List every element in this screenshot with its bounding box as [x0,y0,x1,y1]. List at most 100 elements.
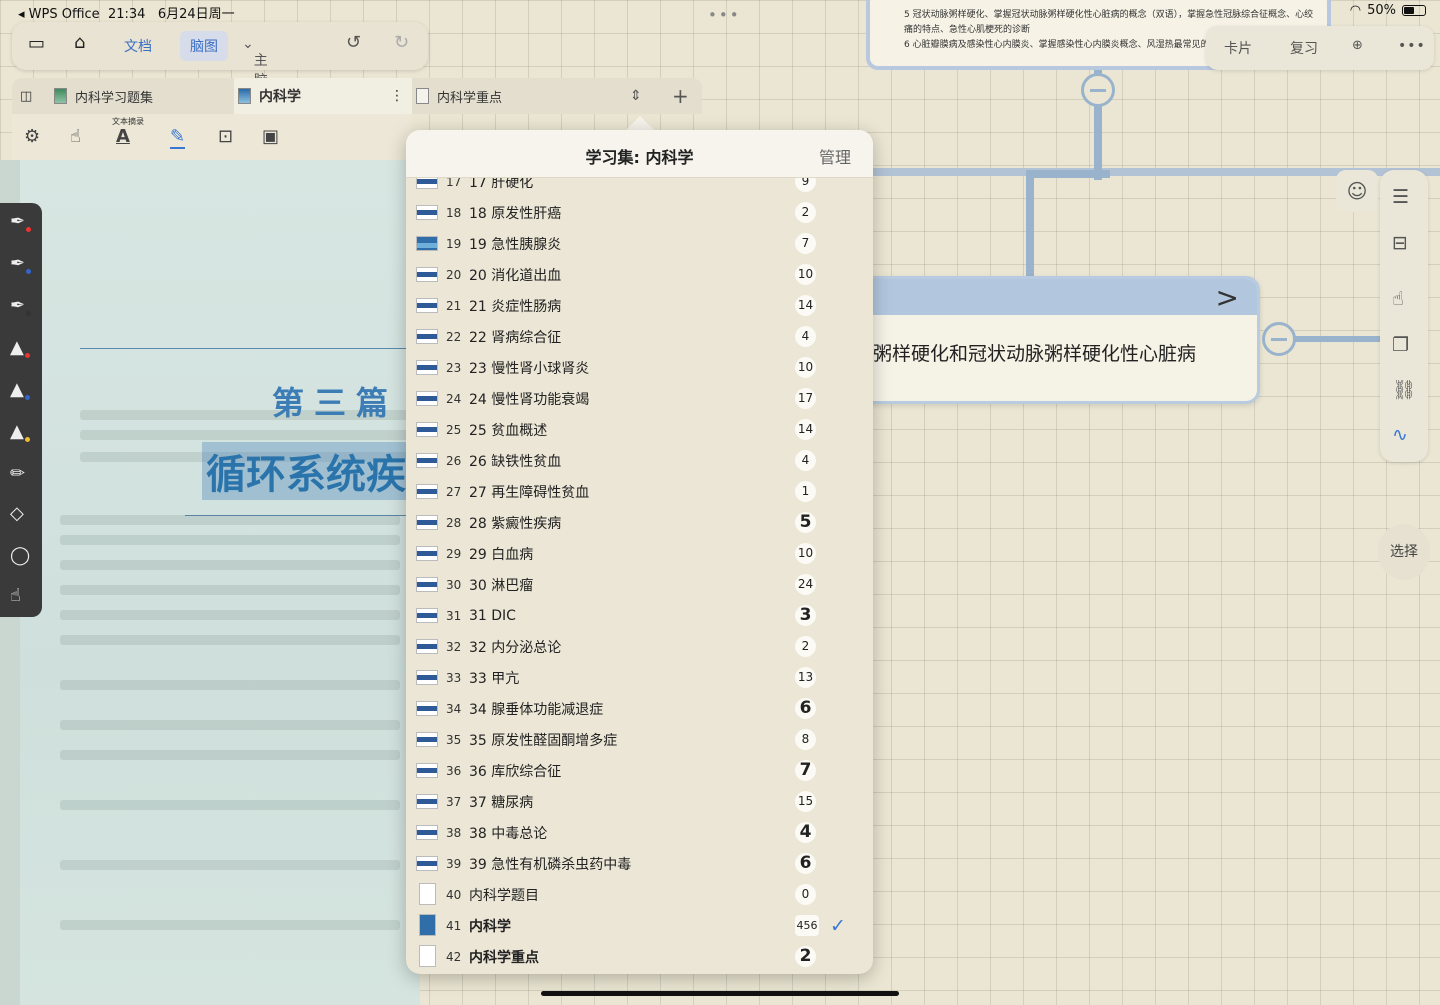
doc-mode-button[interactable]: 文档 [114,31,162,61]
mindmap-dropdown[interactable]: ⌄ 主脑图 [242,36,268,109]
list-item[interactable]: 32 32 内分泌总论 2 [406,631,873,662]
mindmap-mode-button[interactable]: 脑图 [180,31,228,61]
pen-red-icon[interactable]: ✒ [10,211,32,232]
tab-internal-medicine[interactable]: 内科学 ⋮ [234,78,412,114]
list-item[interactable]: 26 26 缺铁性贫血 4 [406,445,873,476]
pen-black-icon[interactable]: ✒ [10,295,32,316]
document-thumbnail [416,763,438,778]
document-icon [416,88,429,104]
library-icon[interactable]: ⌂ [74,32,85,53]
pen-icon[interactable]: ✎ [170,126,186,149]
document-thumbnail [416,391,438,406]
item-name: 23 慢性肾小球肾炎 [469,360,590,377]
list-item[interactable]: 29 29 白血病 10 [406,538,873,569]
manage-button[interactable]: 管理 [819,144,851,168]
battery-icon [1402,5,1426,16]
item-name: 35 原发性醛固酮增多症 [469,732,618,749]
web-search-icon[interactable]: ⊕ [1352,38,1363,53]
settings-gear-icon[interactable]: ⚙ [24,126,40,147]
pen-blue-icon[interactable]: ✒ [10,253,32,274]
list-item[interactable]: 34 34 腺垂体功能减退症 6 [406,693,873,724]
item-name: 内科学重点 [469,949,539,966]
back-to-app[interactable]: ◂ WPS Office [18,7,100,22]
item-count-badge: 10 [795,357,816,378]
split-view-icon[interactable]: ◫ [20,78,50,114]
list-item[interactable]: 27 27 再生障碍性贫血 1 [406,476,873,507]
list-item[interactable]: 39 39 急性有机磷杀虫药中毒 6 [406,848,873,879]
item-count-badge: 8 [795,729,816,750]
text-excerpt-icon[interactable]: A [116,126,130,147]
list-item[interactable]: 23 23 慢性肾小球肾炎 10 [406,352,873,383]
touch-icon[interactable]: ☝ [10,585,21,606]
link-icon[interactable]: ⛓ [1392,378,1416,401]
undo-icon[interactable]: ↺ [346,32,361,53]
list-item[interactable]: 41 内科学 456 ✓ [406,910,873,941]
list-item[interactable]: 40 内科学题目 0 [406,879,873,910]
list-item[interactable]: 31 31 DIC 3 [406,600,873,631]
item-name: 29 白血病 [469,546,534,563]
item-count-badge: 2 [795,202,816,223]
image-icon[interactable]: ▣ [262,126,279,147]
item-name: 27 再生障碍性贫血 [469,484,590,501]
eraser-icon[interactable]: ◇ [10,503,24,524]
collapse-node-button[interactable] [1262,322,1296,356]
pencil-icon[interactable]: ✏ [10,463,25,484]
mindmap-node-selected[interactable]: > 粥样硬化和冠状动脉粥样硬化性心脏病 [845,276,1260,404]
document-thumbnail [416,608,438,623]
tab-exercise-set[interactable]: 内科学习题集 [54,78,232,114]
list-item[interactable]: 20 20 消化道出血 10 [406,259,873,290]
select-button[interactable]: 选择 [1378,524,1430,580]
list-item[interactable]: 42 内科学重点 2 [406,941,873,972]
item-number: 26 [446,453,462,468]
item-name: 38 中毒总论 [469,825,548,842]
highlighter-blue-icon[interactable]: ▲ [10,379,30,400]
list-item[interactable]: 35 35 原发性醛固酮增多症 8 [406,724,873,755]
list-item[interactable]: 36 36 库欣综合征 7 [406,755,873,786]
item-number: 36 [446,763,462,778]
lasso-icon[interactable]: ◯ [10,545,30,566]
list-item[interactable]: 33 33 甲亢 13 [406,662,873,693]
hand-icon[interactable]: ☝ [1392,288,1404,310]
tab-more-icon[interactable]: ⋮ [390,88,404,104]
hand-icon[interactable]: ☝ [70,126,81,147]
tab-key-points[interactable]: 内科学重点 [416,78,596,114]
more-icon[interactable]: ••• [1398,38,1426,54]
freehand-icon[interactable]: ∿ [1392,424,1408,446]
pdf-viewer[interactable]: 第三篇 循环系统疾 [0,160,425,1005]
connector-line [1026,170,1110,178]
layout-icon[interactable]: ⊟ [1392,232,1408,254]
emoji-icon[interactable]: ☺ [1336,170,1378,212]
redo-icon[interactable]: ↻ [394,32,409,53]
item-name: 25 贫血概述 [469,422,548,439]
list-item[interactable]: 18 18 原发性肝癌 2 [406,197,873,228]
list-item[interactable]: 22 22 肾病综合征 4 [406,321,873,352]
home-indicator[interactable] [541,991,899,996]
list-item[interactable]: 37 37 糖尿病 15 [406,786,873,817]
sort-icon[interactable]: ⇕ [630,78,642,114]
list-item[interactable]: 19 19 急性胰腺炎 7 [406,228,873,259]
list-item[interactable]: 24 24 慢性肾功能衰竭 17 [406,383,873,414]
review-tab[interactable]: 复习 [1290,38,1318,58]
collapse-node-button[interactable] [1081,73,1115,107]
right-tool-panel: ☰ ⊟ ☝ ❐ ⛓ ∿ [1380,170,1428,462]
chevron-right-icon[interactable]: > [1216,281,1239,314]
card-tab[interactable]: 卡片 [1224,38,1252,58]
add-tab-icon[interactable]: + [672,78,689,114]
pdf-part-heading: 第三篇 [272,384,399,422]
item-name: 19 急性胰腺炎 [469,236,562,253]
highlighter-red-icon[interactable]: ▲ [10,337,30,358]
main-toolbar: ▭ ⌂ 文档 脑图 ⌄ 主脑图 ↺ ↻ [12,22,428,109]
highlighter-yellow-icon[interactable]: ▲ [10,421,30,442]
list-item[interactable]: 30 30 淋巴瘤 24 [406,569,873,600]
list-item[interactable]: 21 21 炎症性肠病 14 [406,290,873,321]
textbox-icon[interactable]: ⊡ [218,126,233,147]
copy-icon[interactable]: ❐ [1392,334,1409,356]
list-item[interactable]: 28 28 紫癜性疾病 5 [406,507,873,538]
item-number: 28 [446,515,462,530]
sidebar-toggle-icon[interactable]: ▭ [28,33,45,54]
list-item[interactable]: 38 38 中毒总论 4 [406,817,873,848]
outline-list-icon[interactable]: ☰ [1392,186,1409,208]
multitask-dots-icon[interactable]: ••• [708,6,741,24]
pen-tools-sidebar: ✒ ✒ ✒ ▲ ▲ ▲ ✏ ◇ ◯ ☝ [0,203,42,617]
list-item[interactable]: 25 25 贫血概述 14 [406,414,873,445]
